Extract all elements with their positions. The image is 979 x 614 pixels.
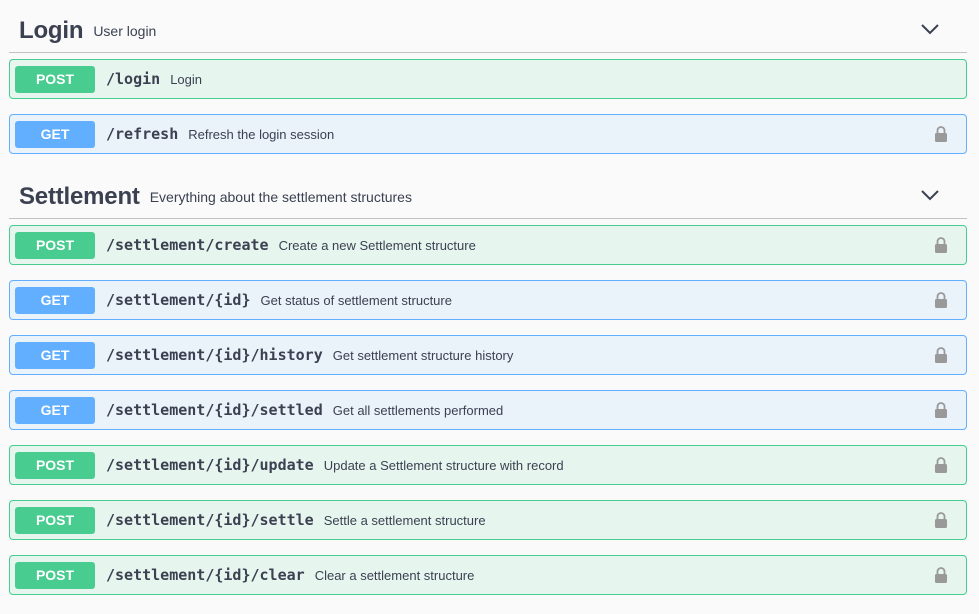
operation-row[interactable]: GET /settlement/{id} Get status of settl… bbox=[9, 280, 967, 320]
method-badge: POST bbox=[15, 231, 95, 259]
method-badge: GET bbox=[15, 396, 95, 424]
operation-summary: Update a Settlement structure with recor… bbox=[323, 457, 564, 473]
operation-row[interactable]: POST /settlement/create Create a new Set… bbox=[9, 225, 967, 265]
lock-icon[interactable] bbox=[934, 566, 948, 584]
operation-row[interactable]: POST /login Login bbox=[9, 59, 967, 99]
section-header-settlement[interactable]: Settlement Everything about the settleme… bbox=[9, 175, 967, 219]
operation-summary: Get status of settlement structure bbox=[260, 292, 452, 308]
section-description: User login bbox=[93, 22, 157, 39]
operation-path: /settlement/{id}/update bbox=[106, 456, 314, 474]
section-description: Everything about the settlement structur… bbox=[149, 188, 412, 205]
operation-row[interactable]: POST /settlement/{id}/settle Settle a se… bbox=[9, 500, 967, 540]
lock-icon[interactable] bbox=[934, 346, 948, 364]
operation-path: /settlement/{id} bbox=[106, 291, 251, 309]
section-title: Login bbox=[19, 16, 84, 44]
operation-summary: Clear a settlement structure bbox=[314, 567, 475, 583]
section-header-login[interactable]: Login User login bbox=[9, 9, 967, 53]
method-badge: POST bbox=[15, 65, 95, 93]
lock-icon[interactable] bbox=[934, 291, 948, 309]
operation-path: /login bbox=[106, 70, 161, 88]
lock-icon[interactable] bbox=[934, 401, 948, 419]
method-badge: GET bbox=[15, 286, 95, 314]
operation-path: /settlement/{id}/settle bbox=[106, 511, 314, 529]
operation-path: /refresh bbox=[106, 125, 179, 143]
operation-summary: Create a new Settlement structure bbox=[278, 237, 476, 253]
method-badge: POST bbox=[15, 561, 95, 589]
lock-icon[interactable] bbox=[934, 236, 948, 254]
operation-path: /settlement/create bbox=[106, 236, 269, 254]
swagger-page: Login User login POST /login Login GET /… bbox=[0, 0, 979, 614]
method-badge: POST bbox=[15, 506, 95, 534]
lock-icon[interactable] bbox=[934, 125, 948, 143]
method-badge: GET bbox=[15, 120, 95, 148]
operation-path: /settlement/{id}/settled bbox=[106, 401, 323, 419]
operation-row[interactable]: POST /settlement/{id}/clear Clear a sett… bbox=[9, 555, 967, 595]
section-login: Login User login bbox=[9, 9, 967, 53]
method-badge: POST bbox=[15, 451, 95, 479]
operation-row[interactable]: GET /settlement/{id}/settled Get all set… bbox=[9, 390, 967, 430]
operation-summary: Get settlement structure history bbox=[332, 347, 514, 363]
operation-row[interactable]: POST /settlement/{id}/update Update a Se… bbox=[9, 445, 967, 485]
chevron-down-icon[interactable] bbox=[921, 189, 939, 201]
operation-summary: Refresh the login session bbox=[188, 126, 335, 142]
operation-path: /settlement/{id}/history bbox=[106, 346, 323, 364]
operation-summary: Get all settlements performed bbox=[332, 402, 504, 418]
section-title: Settlement bbox=[19, 182, 140, 210]
operation-summary: Settle a settlement structure bbox=[323, 512, 486, 528]
section-settlement: Settlement Everything about the settleme… bbox=[9, 175, 967, 219]
operation-path: /settlement/{id}/clear bbox=[106, 566, 305, 584]
operation-summary: Login bbox=[170, 71, 202, 87]
chevron-down-icon[interactable] bbox=[921, 23, 939, 35]
lock-icon[interactable] bbox=[934, 456, 948, 474]
lock-icon[interactable] bbox=[934, 511, 948, 529]
method-badge: GET bbox=[15, 341, 95, 369]
operation-row[interactable]: GET /refresh Refresh the login session bbox=[9, 114, 967, 154]
operation-row[interactable]: GET /settlement/{id}/history Get settlem… bbox=[9, 335, 967, 375]
